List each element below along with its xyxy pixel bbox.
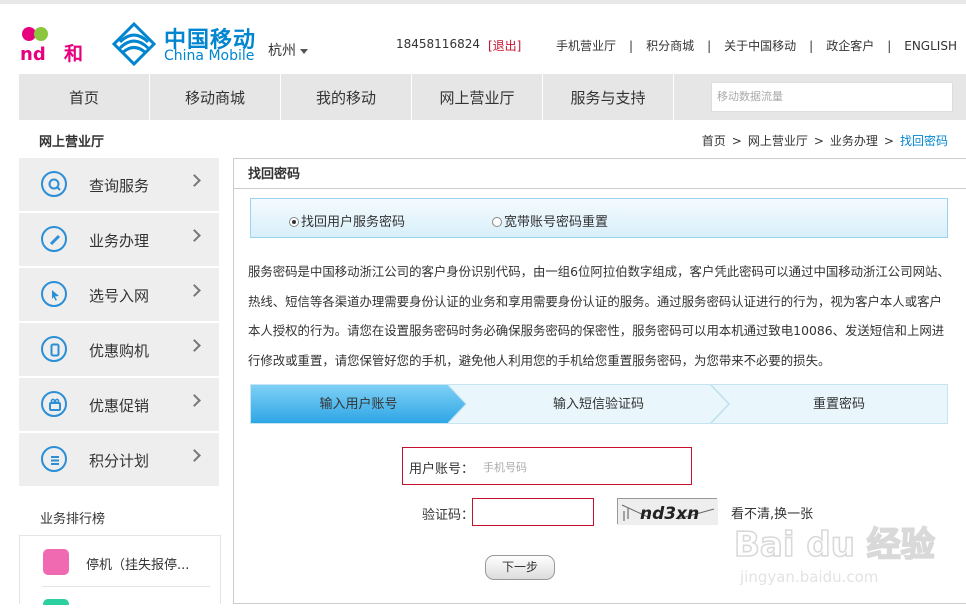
user-phone: 18458116824	[396, 37, 480, 51]
sidebar-item-business[interactable]: 业务办理	[19, 213, 219, 266]
radio-label: 宽带账号密码重置	[504, 215, 609, 230]
china-mobile-logo[interactable]: 中国移动 China Mobile	[111, 21, 255, 68]
breadcrumb-sep: >	[883, 134, 894, 148]
watermark-url: jingyan.baidu.com	[739, 568, 878, 586]
separator: |	[809, 39, 814, 53]
sidebar-item-label: 查询服务	[89, 177, 150, 195]
ranking-list: 停机（挂失报停...	[19, 535, 221, 605]
chevron-down-icon	[300, 48, 308, 54]
sidebar: 查询服务 业务办理 选号入网 优惠购机 优惠促销 积分计划	[19, 158, 219, 488]
nav-item-home[interactable]: 首页	[19, 74, 150, 120]
description-text: 服务密码是中国移动浙江公司的客户身份识别代码，由一组6位阿拉伯数字组成，客户凭此…	[248, 264, 950, 368]
chevron-right-icon	[188, 284, 201, 297]
nav-item-online-hall[interactable]: 网上营业厅	[412, 74, 543, 120]
city-selector[interactable]: 杭州	[268, 40, 308, 60]
separator: |	[887, 39, 892, 53]
chevron-right-icon	[188, 229, 201, 242]
sidebar-item-label: 优惠促销	[89, 397, 150, 415]
top-link-english[interactable]: ENGLISH	[904, 39, 957, 53]
pencil-icon	[41, 226, 67, 252]
breadcrumb-sep: >	[813, 134, 824, 148]
logout-link[interactable]: [退出]	[488, 37, 521, 54]
search-icon	[41, 171, 67, 197]
sidebar-item-promotion[interactable]: 优惠促销	[19, 378, 219, 431]
step-reset-password: 重置密码	[812, 397, 865, 412]
sidebar-item-label: 优惠购机	[89, 342, 150, 360]
breadcrumb-business[interactable]: 业务办理	[830, 134, 878, 148]
sidebar-item-label: 业务办理	[89, 232, 150, 250]
breadcrumb-current: 找回密码	[899, 134, 948, 148]
list-icon	[41, 446, 67, 472]
chevron-right-icon	[188, 339, 201, 352]
page-title: 找回密码	[234, 159, 966, 189]
nav-item-mall[interactable]: 移动商城	[150, 74, 281, 120]
sidebar-item-select-number[interactable]: 选号入网	[19, 268, 219, 321]
nav-item-support[interactable]: 服务与支持	[543, 74, 674, 120]
breadcrumb-sep: >	[731, 134, 742, 148]
sidebar-item-buy-phone[interactable]: 优惠购机	[19, 323, 219, 376]
gift-icon	[41, 391, 67, 417]
sidebar-item-label: 选号入网	[89, 287, 150, 305]
chevron-right-icon	[188, 449, 201, 462]
watermark-text: Bai du 经验	[734, 525, 935, 565]
smile-icon	[43, 549, 69, 575]
captcha-label: 验证码：	[422, 508, 475, 523]
breadcrumb-online-hall[interactable]: 网上营业厅	[748, 134, 808, 148]
top-link-points-mall[interactable]: 积分商城	[646, 39, 694, 53]
top-links: 手机营业厅 | 积分商城 | 关于中国移动 | 政企客户 | ENGLISH	[556, 37, 957, 54]
top-link-mobile-hall[interactable]: 手机营业厅	[556, 39, 616, 53]
progress-steps: 输入用户账号 输入短信验证码 重置密码	[250, 384, 948, 424]
brand-name-en: China Mobile	[164, 48, 255, 64]
account-field[interactable]: 用户账号： 手机号码	[402, 447, 692, 485]
breadcrumb: 首页 > 网上营业厅 > 业务办理 > 找回密码	[702, 132, 948, 149]
account-label: 用户账号：	[409, 462, 475, 477]
captcha-input[interactable]	[472, 498, 594, 526]
ranking-item-label[interactable]: 停机（挂失报停...	[86, 554, 189, 573]
top-link-enterprise[interactable]: 政企客户	[826, 39, 874, 53]
city-label: 杭州	[268, 43, 296, 59]
separator: |	[707, 39, 712, 53]
radio-service-password[interactable]: 找回用户服务密码	[289, 211, 405, 230]
radio-checked-icon	[289, 217, 299, 227]
main-nav: 首页 移动商城 我的移动 网上营业厅 服务与支持 移动数据流量	[19, 74, 966, 120]
ranking-item-icon	[43, 599, 69, 605]
sidebar-title: 网上营业厅	[39, 135, 105, 150]
divider	[42, 586, 210, 587]
radio-broadband-reset[interactable]: 宽带账号密码重置	[492, 211, 608, 230]
chevron-right-icon	[188, 174, 201, 187]
china-mobile-emblem-icon	[111, 21, 157, 67]
step-enter-sms-code: 输入短信验证码	[552, 397, 644, 412]
captcha-text: nd3xn	[640, 504, 699, 524]
sidebar-item-points[interactable]: 积分计划	[19, 433, 219, 486]
chevron-right-icon	[188, 394, 201, 407]
nav-item-my-mobile[interactable]: 我的移动	[281, 74, 412, 120]
cursor-icon	[41, 281, 67, 307]
sidebar-item-label: 积分计划	[89, 452, 150, 470]
and-logo[interactable]: nd 和	[20, 22, 90, 65]
captcha-image[interactable]: nd3xn	[617, 498, 718, 525]
top-link-about[interactable]: 关于中国移动	[724, 39, 796, 53]
top-bar: nd 和 中国移动 China Mobile 杭州 18458116824 [退…	[0, 0, 966, 74]
radio-label: 找回用户服务密码	[301, 215, 406, 230]
svg-text:nd: nd	[20, 44, 46, 64]
account-input[interactable]: 手机号码	[483, 459, 527, 475]
baidu-jingyan-watermark: Bai du 经验 jingyan.baidu.com	[724, 516, 966, 604]
and-logo-text: 和	[64, 42, 83, 64]
next-step-button[interactable]: 下一步	[485, 555, 555, 580]
radio-unchecked-icon	[492, 217, 502, 227]
sidebar-item-query[interactable]: 查询服务	[19, 158, 219, 211]
ranking-title: 业务排行榜	[40, 512, 106, 527]
breadcrumb-home[interactable]: 首页	[702, 134, 726, 148]
phone-icon	[41, 336, 67, 362]
password-type-selector: 找回用户服务密码 宽带账号密码重置	[250, 198, 948, 238]
separator: |	[629, 39, 634, 53]
search-input[interactable]: 移动数据流量	[711, 82, 953, 112]
step-enter-account: 输入用户账号	[319, 397, 398, 412]
